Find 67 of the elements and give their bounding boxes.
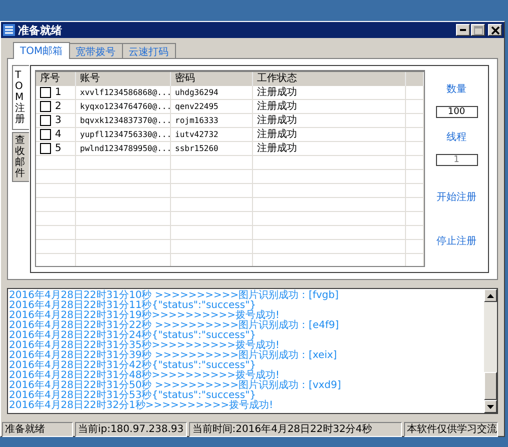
column-header[interactable]: 序号 bbox=[36, 72, 76, 86]
scrollbar[interactable] bbox=[484, 289, 497, 413]
log-line: 2016年4月28日22时31分53秒{"status":"success"} bbox=[9, 391, 256, 401]
checkbox[interactable] bbox=[40, 115, 51, 126]
table-cell: bqvxk1234837370@... bbox=[76, 114, 171, 127]
window-title: 准备就绪 bbox=[18, 22, 62, 38]
start-button[interactable]: 开始注册 bbox=[436, 190, 476, 204]
row-number: 2 bbox=[55, 100, 62, 113]
log-line: 2016年4月28日22时31分35秒>>>>>>>>>>拨号成功! bbox=[9, 341, 280, 351]
status-panel: 本软件仅供学习交流 bbox=[404, 422, 498, 437]
maximize-icon bbox=[474, 26, 482, 34]
table-cell: qenv22495 bbox=[171, 100, 253, 113]
table-cell: xvvlf1234586868@... bbox=[76, 86, 171, 99]
log-line: 2016年4月28日22时31分48秒>>>>>>>>>>拨号成功! bbox=[9, 371, 280, 381]
status-panel: 当前时间:2016年4月28日22时32分4秒 bbox=[189, 422, 402, 437]
table-cell: pwlnd1234789950@... bbox=[76, 142, 171, 155]
column-header[interactable]: 账号 bbox=[76, 72, 171, 86]
down-arrow-icon bbox=[487, 404, 494, 408]
log-line: 2016年4月28日22时31分24秒{"status":"success"} bbox=[9, 331, 256, 341]
threads-label: 线程 bbox=[446, 130, 466, 144]
close-icon bbox=[490, 26, 500, 34]
column-header[interactable]: 密码 bbox=[171, 72, 253, 86]
table-cell: uhdg36294 bbox=[171, 86, 253, 99]
log-line: 2016年4月28日22时32分1秒>>>>>>>>>>拨号成功! bbox=[9, 401, 274, 411]
table-cell: 注册成功 bbox=[253, 142, 406, 155]
row-number: 5 bbox=[55, 142, 62, 155]
side-tab[interactable]: 查收邮件 bbox=[12, 132, 29, 182]
minimize-icon bbox=[460, 29, 466, 31]
log-line: 2016年4月28日22时31分39秒 >>>>>>>>>>图片识别成功：[xeix] bbox=[9, 351, 338, 361]
log-line: 2016年4月28日22时31分19秒>>>>>>>>>>拨号成功! bbox=[9, 311, 280, 321]
side-tab[interactable]: TOM注册 bbox=[12, 65, 29, 130]
stop-button[interactable]: 停止注册 bbox=[436, 234, 476, 248]
log-line: 2016年4月28日22时31分42秒{"status":"success"} bbox=[9, 361, 256, 371]
log-line: 2016年4月28日22时31分22秒 >>>>>>>>>>图片识别成功：[e4f9] bbox=[9, 321, 340, 331]
table-cell: 注册成功 bbox=[253, 86, 406, 99]
app-icon bbox=[3, 24, 15, 36]
table-cell: iutv42732 bbox=[171, 128, 253, 141]
log-line: 2016年4月28日22时31分11秒{"status":"success"} bbox=[9, 301, 256, 311]
table-cell: 注册成功 bbox=[253, 100, 406, 113]
checkbox[interactable] bbox=[40, 87, 51, 98]
row-number: 3 bbox=[55, 114, 62, 127]
checkbox[interactable] bbox=[40, 101, 51, 112]
checkbox[interactable] bbox=[40, 143, 51, 154]
table-cell: yupfl1234756330@... bbox=[76, 128, 171, 141]
log-line: 2016年4月28日22时31分50秒 >>>>>>>>>>图片识别成功：[vxd9] bbox=[9, 381, 342, 391]
column-header[interactable]: 工作状态 bbox=[253, 72, 406, 86]
table-cell: ssbr15260 bbox=[171, 142, 253, 155]
scroll-up-button[interactable] bbox=[484, 289, 497, 302]
table-cell: 注册成功 bbox=[253, 128, 406, 141]
minimize-button[interactable] bbox=[456, 24, 470, 36]
threads-field[interactable]: 1 bbox=[436, 154, 478, 166]
row-number: 1 bbox=[55, 86, 62, 99]
row-number: 4 bbox=[55, 128, 62, 141]
count-field[interactable]: 100 bbox=[436, 106, 478, 118]
table-cell: kyqxo1234764760@... bbox=[76, 100, 171, 113]
table-cell: 注册成功 bbox=[253, 114, 406, 127]
up-arrow-icon bbox=[487, 294, 494, 298]
log-line: 2016年4月28日22时31分10秒 >>>>>>>>>>图片识别成功：[fvgb] bbox=[9, 291, 340, 301]
table-cell: rojm16333 bbox=[171, 114, 253, 127]
scroll-down-button[interactable] bbox=[484, 400, 497, 413]
scroll-thumb[interactable] bbox=[484, 372, 497, 400]
tab[interactable]: TOM邮箱 bbox=[13, 42, 70, 59]
status-panel: 准备就绪 bbox=[2, 422, 73, 437]
close-button[interactable] bbox=[488, 24, 502, 36]
status-panel: 当前ip:180.97.238.93 bbox=[74, 422, 188, 437]
count-label: 数量 bbox=[446, 83, 466, 96]
checkbox[interactable] bbox=[40, 129, 51, 140]
